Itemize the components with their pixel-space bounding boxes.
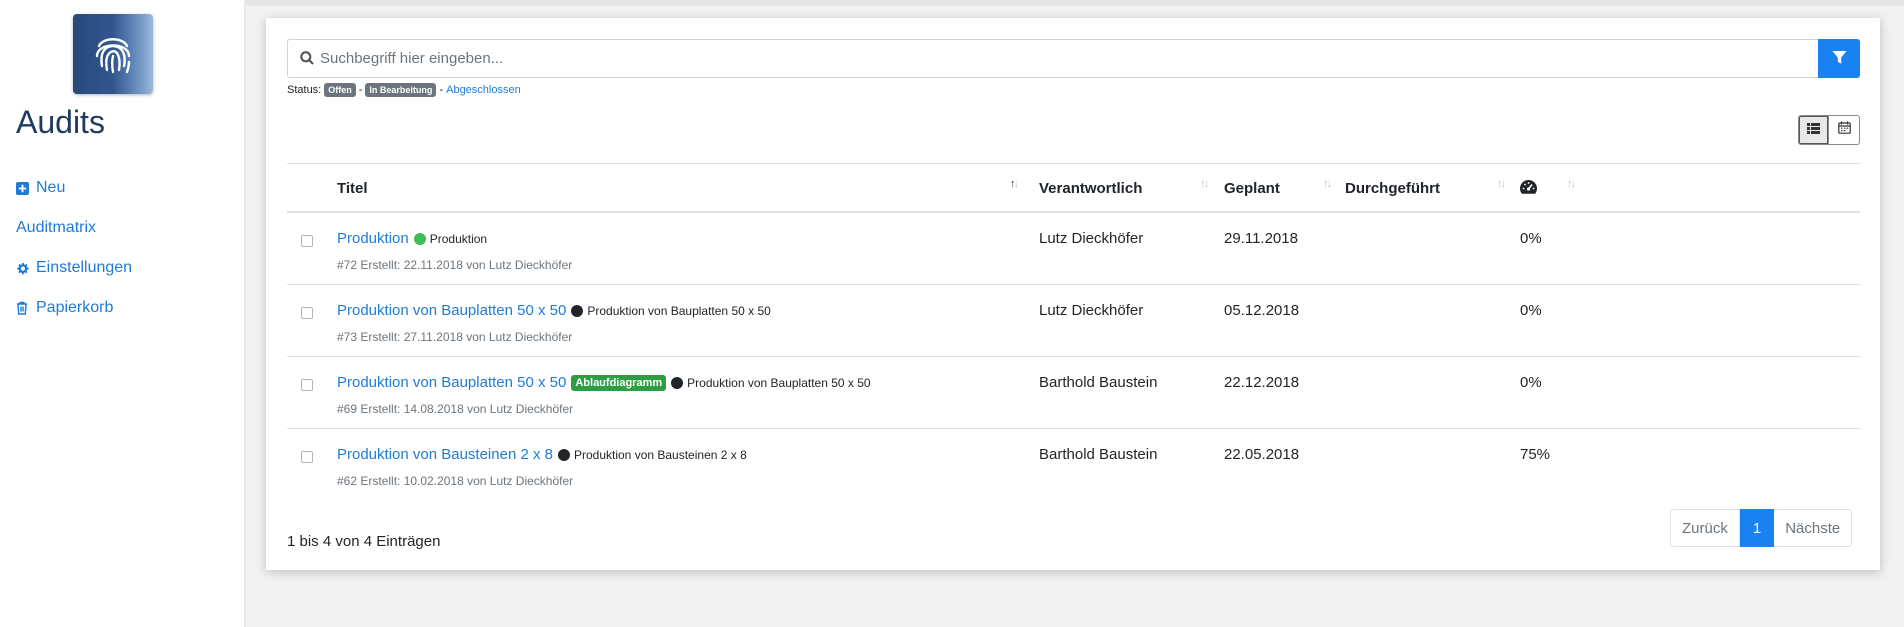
sort-icon[interactable]: ↑↓	[1323, 178, 1332, 190]
status-badge-in-progress[interactable]: In Bearbeitung	[365, 83, 437, 97]
column-header-done[interactable]: Durchgeführt	[1345, 180, 1440, 197]
audit-list-panel: Status: Offen - In Bearbeitung - Abgesch…	[266, 18, 1880, 570]
status-separator: -	[439, 84, 444, 96]
sidebar-item-papierkorb[interactable]: Papierkorb	[16, 288, 132, 328]
page-1-button[interactable]: 1	[1739, 509, 1775, 547]
status-dot	[571, 304, 584, 317]
search-bar	[287, 39, 1860, 78]
audit-title-link[interactable]: Produktion von Bauplatten 50 x 50	[337, 302, 566, 319]
status-label: Status:	[287, 84, 322, 96]
status-separator: -	[358, 84, 363, 96]
sidebar-item-label: Neu	[36, 179, 66, 196]
process-label: Produktion von Bauplatten 50 x 50	[687, 375, 871, 390]
audit-title-link[interactable]: Produktion	[337, 230, 409, 247]
row-checkbox[interactable]	[301, 307, 313, 319]
app-title: Audits	[16, 104, 105, 140]
audit-meta: #72 Erstellt: 22.11.2018 von Lutz Dieckh…	[337, 258, 573, 272]
sidebar-item-label: Papierkorb	[36, 299, 114, 316]
column-header-planned[interactable]: Geplant	[1224, 180, 1280, 197]
table-header: Titel ↑↓ Verantwortlich ↑↓ Geplant ↑↓ Du…	[287, 163, 1860, 213]
process-label: Produktion von Bausteinen 2 x 8	[573, 447, 747, 462]
planned-cell: 05.12.2018	[1224, 302, 1300, 319]
audit-meta: #69 Erstellt: 14.08.2018 von Lutz Dieckh…	[337, 402, 574, 416]
sort-icon[interactable]: ↑↓	[1200, 178, 1209, 190]
planned-cell: 22.12.2018	[1224, 374, 1300, 391]
prev-page-button[interactable]: Zurück	[1670, 509, 1740, 547]
row-checkbox[interactable]	[301, 451, 313, 463]
table-row[interactable]: Produktion von Bauplatten 50 x 50 Produk…	[287, 285, 1860, 357]
status-dot	[413, 232, 426, 245]
row-checkbox[interactable]	[301, 379, 313, 391]
calendar-view-button[interactable]	[1829, 115, 1860, 145]
sidebar-item-einstellungen[interactable]: Einstellungen	[16, 248, 132, 288]
progress-cell: 0%	[1520, 374, 1542, 391]
table-row[interactable]: Produktion von Bausteinen 2 x 8 Produkti…	[287, 429, 1860, 501]
table-row[interactable]: Produktion Produktion #72 Erstellt: 22.1…	[287, 213, 1860, 285]
responsible-cell: Barthold Baustein	[1039, 446, 1158, 463]
view-toggle	[1798, 115, 1860, 145]
gear-icon	[16, 262, 31, 275]
audit-meta: #73 Erstellt: 27.11.2018 von Lutz Dieckh…	[337, 330, 573, 344]
gauge-icon[interactable]	[1519, 179, 1538, 199]
list-view-button[interactable]	[1798, 115, 1829, 145]
pagination: Zurück 1 Nächste	[1670, 509, 1853, 547]
tag-badge: Ablaufdiagramm	[571, 374, 667, 391]
responsible-cell: Lutz Dieckhöfer	[1039, 302, 1144, 319]
audit-table: Titel ↑↓ Verantwortlich ↑↓ Geplant ↑↓ Du…	[287, 163, 1860, 501]
list-icon	[1807, 121, 1820, 139]
sidebar-nav: Neu Auditmatrix Einstellungen Papierkorb	[16, 168, 132, 328]
audit-title-link[interactable]: Produktion von Bausteinen 2 x 8	[337, 446, 553, 463]
process-label: Produktion von Bauplatten 50 x 50	[587, 303, 771, 318]
plus-square-icon	[16, 181, 31, 195]
sort-icon[interactable]: ↑↓	[1010, 178, 1019, 190]
next-page-button[interactable]: Nächste	[1774, 509, 1853, 547]
top-bar	[0, 0, 1904, 6]
status-filter: Status: Offen - In Bearbeitung - Abgesch…	[287, 83, 521, 97]
progress-cell: 0%	[1520, 302, 1542, 319]
audit-title-link[interactable]: Produktion von Bauplatten 50 x 50	[337, 374, 566, 391]
row-checkbox[interactable]	[301, 235, 313, 247]
responsible-cell: Barthold Baustein	[1039, 374, 1158, 391]
table-row[interactable]: Produktion von Bauplatten 50 x 50 Ablauf…	[287, 357, 1860, 429]
column-header-responsible[interactable]: Verantwortlich	[1039, 180, 1142, 197]
sort-icon[interactable]: ↑↓	[1497, 178, 1506, 190]
search-icon	[300, 51, 314, 70]
table-info: 1 bis 4 von 4 Einträgen	[287, 533, 441, 550]
planned-cell: 22.05.2018	[1224, 446, 1300, 463]
progress-cell: 0%	[1520, 230, 1542, 247]
process-label: Produktion	[429, 231, 488, 246]
status-badge-open[interactable]: Offen	[324, 83, 356, 97]
sidebar-item-label: Auditmatrix	[16, 219, 97, 236]
sidebar-item-label: Einstellungen	[36, 259, 133, 276]
filter-button[interactable]	[1818, 39, 1860, 78]
calendar-icon	[1837, 121, 1851, 139]
status-link-closed[interactable]: Abgeschlossen	[446, 84, 521, 96]
sidebar-item-neu[interactable]: Neu	[16, 168, 132, 208]
status-dot	[557, 448, 570, 461]
responsible-cell: Lutz Dieckhöfer	[1039, 230, 1144, 247]
search-input[interactable]	[287, 39, 1818, 78]
trash-icon	[16, 301, 31, 315]
filter-icon	[1831, 50, 1847, 68]
fingerprint-icon	[73, 14, 153, 94]
audit-meta: #62 Erstellt: 10.02.2018 von Lutz Dieckh…	[337, 474, 574, 488]
sidebar: Audits Neu Auditmatrix Einstellungen Pap…	[0, 0, 246, 627]
status-dot	[671, 376, 684, 389]
sort-icon[interactable]: ↑↓	[1567, 178, 1576, 190]
planned-cell: 29.11.2018	[1224, 230, 1298, 247]
column-header-title[interactable]: Titel	[337, 180, 368, 197]
sidebar-item-auditmatrix[interactable]: Auditmatrix	[16, 208, 132, 248]
progress-cell: 75%	[1520, 446, 1551, 463]
